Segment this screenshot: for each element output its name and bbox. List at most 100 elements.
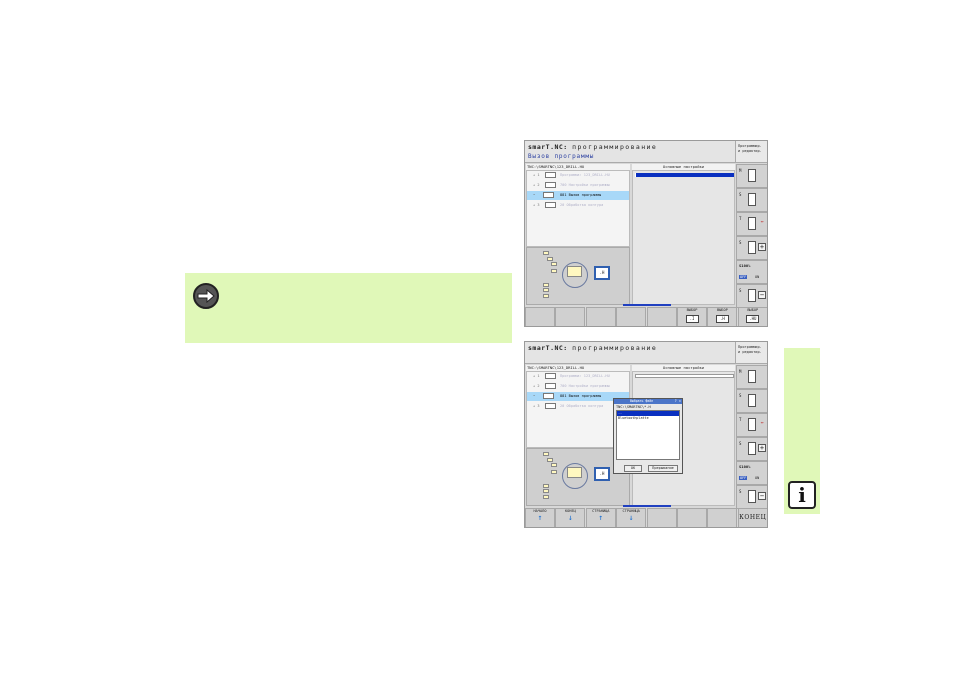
softkey-2[interactable]	[555, 307, 586, 326]
vertical-softkey[interactable]: S	[736, 389, 767, 413]
cancel-button[interactable]: Прерывание	[648, 465, 678, 472]
app-title: smarT.NC: программирование	[528, 143, 658, 151]
vertical-softkey[interactable]: M	[736, 164, 767, 188]
dialog-close-button[interactable]: ? ×	[675, 399, 681, 404]
softkey-3[interactable]	[585, 307, 616, 326]
dialog-title: Выбрать файл	[614, 399, 682, 404]
plus-icon: +	[758, 444, 766, 452]
tool-icon	[748, 193, 756, 206]
dialog-path: TNC:\SMARTNC\*.H	[616, 405, 651, 409]
app-title: smarT.NC: программирование	[528, 344, 658, 352]
vertical-softkey[interactable]: M	[736, 365, 767, 389]
tree-item[interactable]: + 3 20 Обработка контура	[527, 201, 629, 210]
tree-item-label: 881 Вызов программы	[560, 394, 602, 398]
softkey-5[interactable]	[646, 508, 677, 527]
vertical-softkey[interactable]: T ↔	[736, 413, 767, 437]
tree-item-label: 20 Обработка контура	[560, 404, 604, 408]
vertical-softkey[interactable]: S −	[736, 485, 767, 509]
tree-item-icon	[545, 373, 556, 379]
file-type-icon: .HU	[746, 315, 760, 323]
minus-icon: −	[758, 291, 766, 299]
ok-button[interactable]: OK	[624, 465, 642, 472]
arrow-down-icon: ↓	[567, 513, 573, 522]
program-input-field[interactable]	[635, 173, 734, 177]
softkey-5[interactable]	[646, 307, 677, 326]
softkey-8[interactable]: ВЫБОР .HU	[737, 307, 767, 326]
file-list[interactable]: .. Bluetoothplatte	[616, 410, 680, 460]
arrow-up-icon: ↑	[537, 513, 543, 522]
list-item[interactable]: Bluetoothplatte	[617, 416, 679, 421]
plus-icon: +	[758, 243, 766, 251]
softkey-label: S	[739, 393, 742, 398]
softkey-1[interactable]	[525, 307, 555, 326]
vertical-softkey[interactable]: S100% OFF ON	[736, 260, 767, 284]
tree-item-bullet: + 1	[533, 374, 540, 378]
tree-item-bullet: + 1	[533, 173, 540, 177]
file-type-icon: .H	[715, 315, 729, 323]
softkey-8[interactable]: КОНЕЦ	[737, 508, 767, 527]
on-label: ON	[755, 275, 760, 279]
softkey-4[interactable]: СТРАНИЦА ↓	[616, 508, 647, 527]
softkey-label: S	[739, 441, 742, 446]
softkey-label: T	[739, 216, 742, 221]
softkey-label: ВЫБОР	[686, 308, 698, 312]
file-type-icon: .I	[685, 315, 699, 323]
program-tree[interactable]: + 1 Программа: 123_DRILL.HU + 2 700 Настрой…	[526, 170, 630, 247]
softkey-6[interactable]	[677, 508, 707, 527]
tool-icon	[748, 442, 756, 455]
vertical-softkey[interactable]: S100% OFF ON	[736, 461, 767, 485]
mode-indicator: Программир. и редактир.	[735, 141, 767, 163]
tree-item-icon	[543, 393, 554, 399]
on-label: ON	[755, 476, 760, 480]
softkey-7[interactable]: ВЫБОР .H	[707, 307, 738, 326]
vertical-softkey[interactable]: S +	[736, 437, 767, 461]
tree-item[interactable]: + 2 700 Настройки программы	[527, 181, 629, 190]
tree-item-icon	[545, 182, 556, 188]
tree-item[interactable]: + 1 Программа: 123_DRILL.HU	[527, 171, 629, 180]
tool-icon	[748, 289, 756, 302]
softkey-label: ВЫБОР	[747, 308, 759, 312]
vertical-softkey[interactable]: S	[736, 188, 767, 212]
tree-item-bullet: + 3	[533, 404, 540, 408]
arrow-up-icon: ↑	[598, 513, 604, 522]
softkey-label: ВЫБОР	[716, 308, 728, 312]
screen-header: smarT.NC: программирование Вызов програм…	[525, 141, 735, 163]
tree-item-icon	[543, 192, 554, 198]
tab-indicator	[623, 304, 671, 306]
softkey-label: M	[739, 369, 742, 374]
screen-header: smarT.NC: программирование	[525, 342, 735, 364]
file-select-dialog: Выбрать файл ? × TNC:\SMARTNC\*.H .. Blu…	[613, 398, 683, 474]
tree-item-label: 20 Обработка контура	[560, 203, 604, 207]
softkey-6[interactable]: ВЫБОР .I	[677, 307, 707, 326]
vertical-softkey[interactable]: S −	[736, 284, 767, 308]
vertical-softkey[interactable]: T ↔	[736, 212, 767, 236]
tree-item-label: Программа: 123_DRILL.HU	[560, 374, 610, 378]
mode-indicator: Программир. и редактир.	[735, 342, 767, 364]
tree-item[interactable]: • 881 Вызов программы	[527, 191, 629, 200]
vertical-softkey[interactable]: S +	[736, 236, 767, 260]
softkey-label: S	[739, 288, 742, 293]
tool-icon	[748, 490, 756, 503]
softkey-2[interactable]: КОНЕЦ ↓	[555, 508, 586, 527]
tree-item[interactable]: + 1 Программа: 123_DRILL.HU	[527, 372, 629, 381]
softkey-7[interactable]	[707, 508, 738, 527]
softkey-3[interactable]: СТРАНИЦА ↑	[585, 508, 616, 527]
magnifier-icon	[562, 262, 588, 288]
arrows-icon: ↔	[760, 219, 764, 225]
tool-icon	[748, 418, 756, 431]
document-icon: .H	[594, 266, 610, 280]
softkey-4[interactable]	[616, 307, 647, 326]
tree-item-label: 881 Вызов программы	[560, 193, 602, 197]
softkey-1[interactable]: НАЧАЛО ↑	[525, 508, 555, 527]
tree-item-label: 700 Настройки программы	[560, 384, 610, 388]
screen-program-call: smarT.NC: программирование Вызов програм…	[524, 140, 768, 327]
document-icon: .H	[594, 467, 610, 481]
program-input-field[interactable]	[635, 374, 734, 378]
tree-item-icon	[545, 202, 556, 208]
tool-icon	[748, 169, 756, 182]
tool-icon	[748, 370, 756, 383]
tree-item-bullet: •	[533, 394, 536, 398]
info-icon: i	[788, 481, 816, 509]
tree-item-bullet: + 2	[533, 183, 540, 187]
tree-item[interactable]: + 2 700 Настройки программы	[527, 382, 629, 391]
